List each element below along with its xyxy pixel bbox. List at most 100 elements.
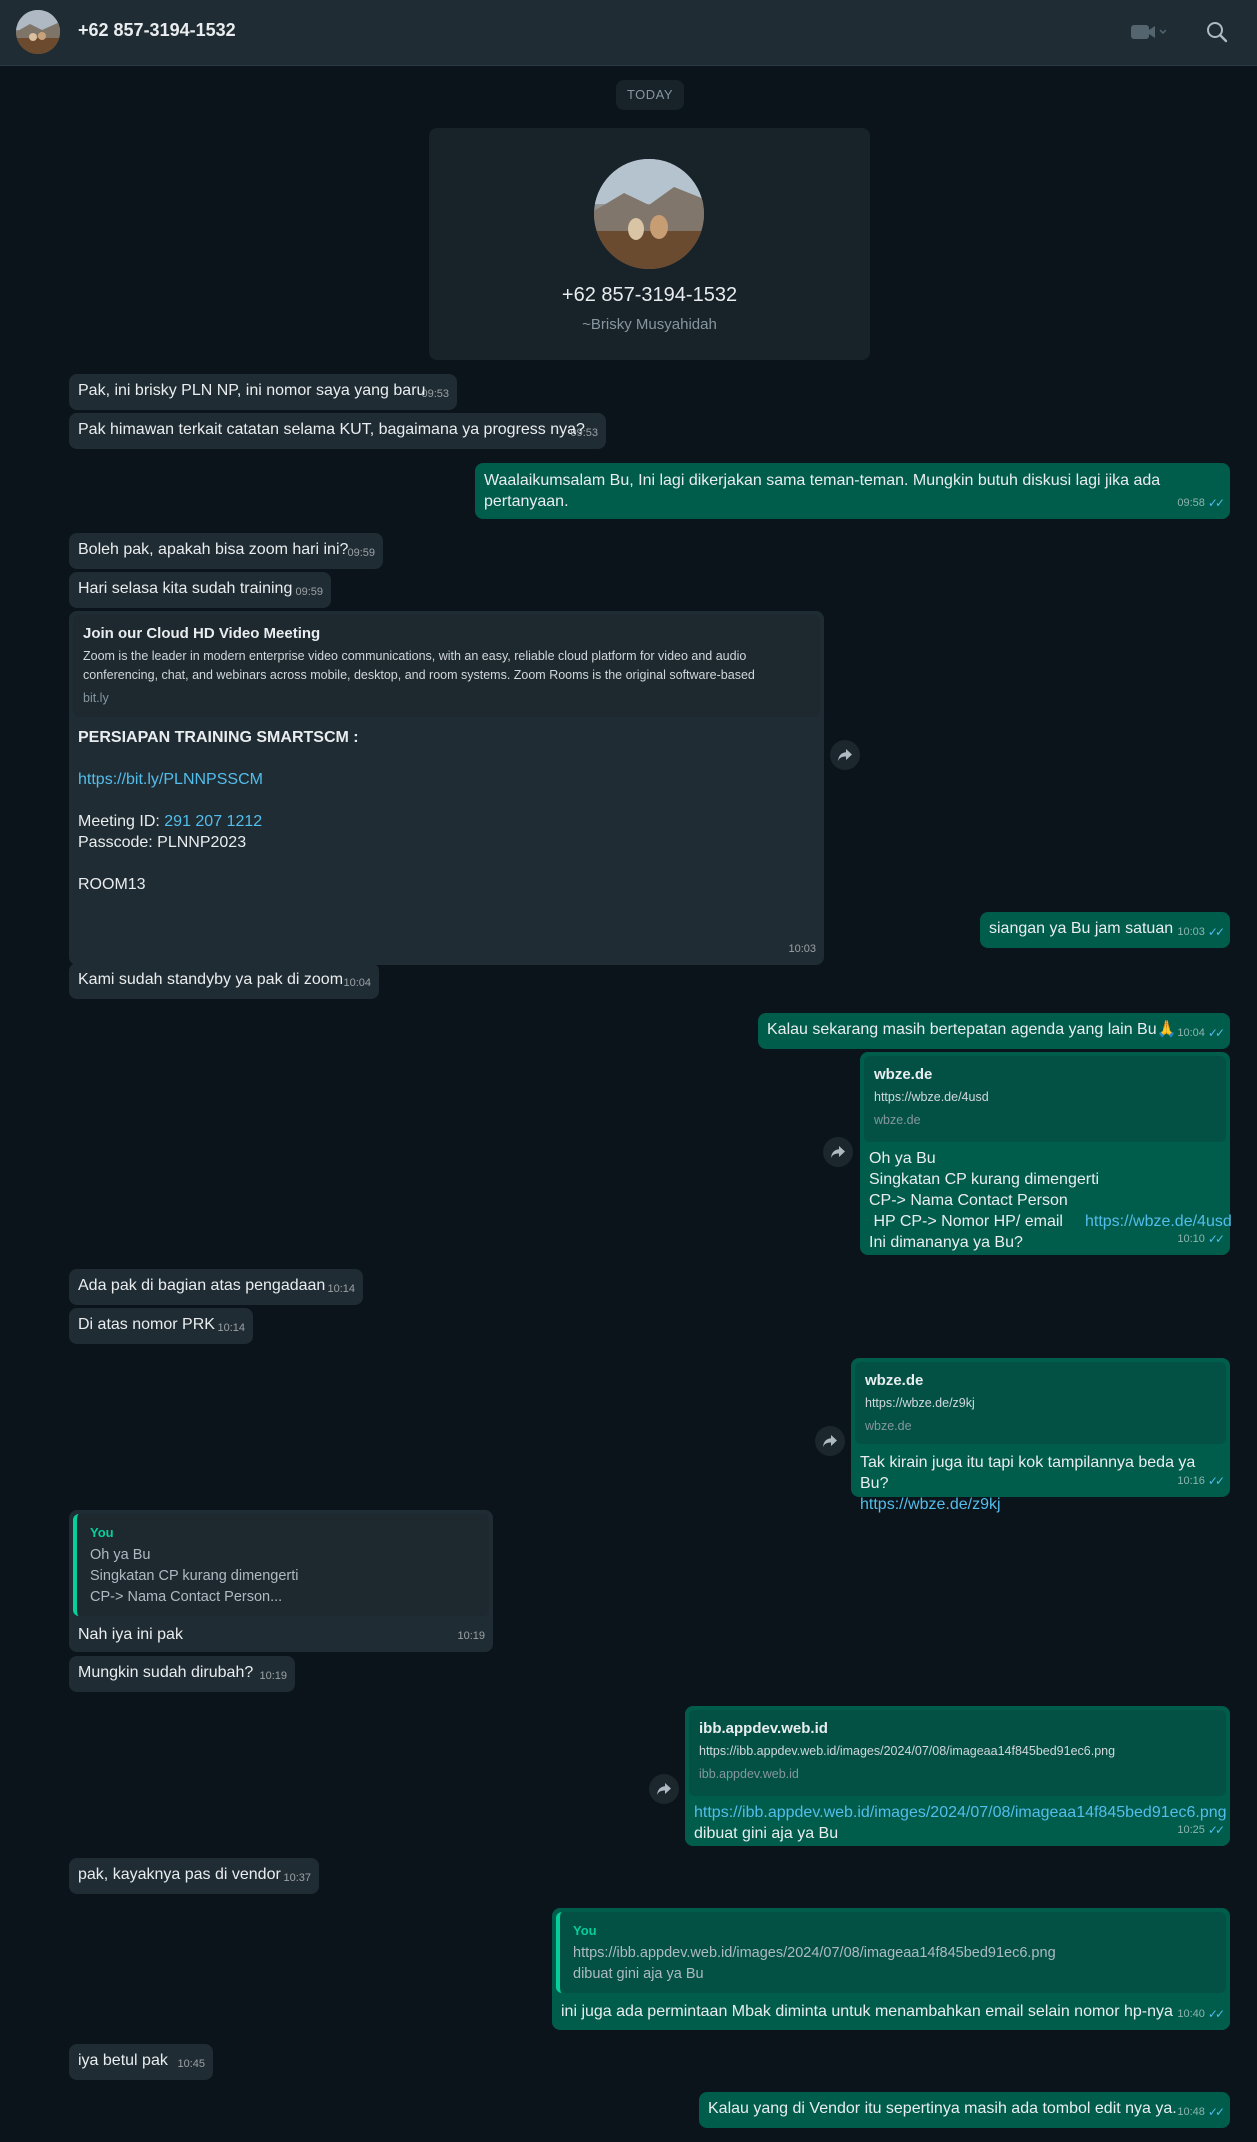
message-text: Boleh pak, apakah bisa zoom hari ini?: [78, 541, 349, 558]
message-time: 09:59: [347, 547, 375, 559]
forward-icon[interactable]: [823, 1137, 853, 1167]
message-time: 10:03 ✓✓: [1177, 922, 1225, 943]
meeting-id-link[interactable]: 291 207 1212: [164, 813, 262, 830]
contact-info-card: +62 857-3194-1532 ~Brisky Musyahidah: [429, 128, 870, 360]
quoted-sender: You: [573, 1923, 597, 1938]
message-list[interactable]: TODAY +62 857-3194-1532 ~Brisky Musyahid…: [0, 66, 1257, 2142]
message-time: 10:19: [457, 1630, 485, 1642]
read-ticks-icon: ✓✓: [1207, 496, 1225, 510]
read-ticks-icon: ✓✓: [1207, 925, 1225, 939]
quoted-message[interactable]: You Oh ya Bu Singkatan CP kurang dimenge…: [73, 1514, 489, 1616]
message-outgoing[interactable]: You https://ibb.appdev.web.id/images/202…: [552, 1908, 1230, 2030]
message-outgoing[interactable]: siangan ya Bu jam satuan 10:03 ✓✓: [980, 912, 1230, 948]
message-text: Waalaikumsalam Bu, Ini lagi dikerjakan s…: [484, 472, 1165, 510]
message-text: HP CP-> Nomor HP/ email: [869, 1213, 1063, 1230]
message-text: Kalau sekarang masih bertepatan agenda y…: [767, 1021, 1177, 1038]
room-line: ROOM13: [78, 876, 146, 893]
link-preview-domain: wbze.de: [874, 1113, 921, 1127]
message-incoming[interactable]: Ada pak di bagian atas pengadaan 10:14: [69, 1269, 363, 1305]
message-incoming[interactable]: Pak, ini brisky PLN NP, ini nomor saya y…: [69, 374, 457, 410]
message-incoming[interactable]: Hari selasa kita sudah training 09:59: [69, 572, 331, 608]
read-ticks-icon: ✓✓: [1207, 1823, 1225, 1837]
read-ticks-icon: ✓✓: [1207, 1474, 1225, 1488]
message-outgoing[interactable]: wbze.de https://wbze.de/z9kj wbze.de Tak…: [851, 1358, 1230, 1513]
meeting-id-line: Meeting ID: 291 207 1212: [78, 813, 263, 830]
message-text: CP-> Nama Contact Person: [869, 1192, 1068, 1209]
video-call-icon[interactable]: [1130, 22, 1167, 47]
message-outgoing[interactable]: Kalau yang di Vendor itu sepertinya masi…: [699, 2092, 1230, 2128]
contact-alias: ~Brisky Musyahidah: [582, 316, 717, 333]
link-preview-title: ibb.appdev.web.id: [699, 1720, 828, 1737]
chevron-down-icon: [1159, 29, 1167, 35]
message-outgoing[interactable]: ibb.appdev.web.id https://ibb.appdev.web…: [685, 1706, 1230, 1846]
message-time: 10:25 ✓✓: [1177, 1820, 1225, 1841]
quoted-text: Singkatan CP kurang dimengerti: [90, 1568, 299, 1584]
message-incoming[interactable]: Kami sudah standyby ya pak di zoom 10:04: [69, 963, 379, 999]
link-preview[interactable]: ibb.appdev.web.id https://ibb.appdev.web…: [689, 1710, 1226, 1796]
search-icon[interactable]: [1205, 20, 1229, 49]
message-time: 10:19: [259, 1670, 287, 1682]
message-text: Singkatan CP kurang dimengerti: [869, 1171, 1100, 1188]
message-time: 10:04 ✓✓: [1177, 1023, 1225, 1044]
message-text: Pak, ini brisky PLN NP, ini nomor saya y…: [78, 382, 426, 399]
chat-header: +62 857-3194-1532: [0, 0, 1257, 66]
message-text: dibuat gini aja ya Bu: [694, 1825, 839, 1842]
contact-avatar[interactable]: [16, 10, 60, 54]
quoted-text: Oh ya Bu: [90, 1547, 151, 1563]
link-preview[interactable]: wbze.de https://wbze.de/4usd wbze.de: [864, 1056, 1226, 1142]
forward-icon[interactable]: [649, 1774, 679, 1804]
read-ticks-icon: ✓✓: [1207, 2105, 1225, 2119]
message-time: 10:37: [283, 1872, 311, 1884]
quoted-message[interactable]: You https://ibb.appdev.web.id/images/202…: [556, 1912, 1226, 1993]
message-text: Tak kirain juga itu tapi kok tampilannya…: [860, 1454, 1196, 1492]
link-preview-title: wbze.de: [865, 1372, 924, 1389]
message-text: Ada pak di bagian atas pengadaan: [78, 1277, 326, 1294]
link-preview[interactable]: wbze.de https://wbze.de/z9kj wbze.de: [855, 1362, 1226, 1444]
message-link[interactable]: https://bit.ly/PLNNPSSCM: [78, 769, 815, 790]
link-preview-title: wbze.de: [874, 1066, 933, 1083]
message-time: 10:04: [343, 977, 371, 989]
message-time: 10:10 ✓✓: [1177, 1229, 1225, 1250]
passcode-line: Passcode: PLNNP2023: [78, 834, 247, 851]
message-incoming[interactable]: You Oh ya Bu Singkatan CP kurang dimenge…: [69, 1510, 493, 1652]
message-incoming[interactable]: iya betul pak 10:45: [69, 2044, 213, 2080]
message-incoming[interactable]: Boleh pak, apakah bisa zoom hari ini? 09…: [69, 533, 383, 569]
message-heading: PERSIAPAN TRAINING SMARTSCM :: [78, 729, 359, 746]
contact-profile-photo[interactable]: [594, 159, 704, 269]
message-link[interactable]: https://ibb.appdev.web.id/images/2024/07…: [694, 1802, 1227, 1823]
message-time: 09:58 ✓✓: [1177, 493, 1225, 514]
message-incoming[interactable]: Join our Cloud HD Video Meeting Zoom is …: [69, 611, 824, 965]
forward-icon[interactable]: [815, 1426, 845, 1456]
message-text: Oh ya Bu: [869, 1150, 936, 1167]
read-ticks-icon: ✓✓: [1207, 1026, 1225, 1040]
link-preview-description: https://wbze.de/4usd: [874, 1090, 989, 1104]
message-text: Kami sudah standyby ya pak di zoom: [78, 971, 344, 988]
message-incoming[interactable]: Di atas nomor PRK 10:14: [69, 1308, 253, 1344]
link-preview-domain: wbze.de: [865, 1419, 912, 1433]
link-preview-description: Zoom is the leader in modern enterprise …: [83, 649, 755, 682]
message-text: pak, kayaknya pas di vendor: [78, 1866, 281, 1883]
message-text: ini juga ada permintaan Mbak diminta unt…: [561, 2003, 1173, 2020]
message-time: 10:14: [217, 1322, 245, 1334]
link-preview-title: Join our Cloud HD Video Meeting: [83, 625, 321, 642]
message-incoming[interactable]: Pak himawan terkait catatan selama KUT, …: [69, 413, 606, 449]
quoted-text: https://ibb.appdev.web.id/images/2024/07…: [573, 1945, 1056, 1961]
message-time: 10:03: [788, 943, 816, 955]
contact-title[interactable]: +62 857-3194-1532: [78, 20, 236, 41]
link-preview-description: https://wbze.de/z9kj: [865, 1396, 975, 1410]
message-incoming[interactable]: pak, kayaknya pas di vendor 10:37: [69, 1858, 319, 1894]
message-outgoing[interactable]: wbze.de https://wbze.de/4usd wbze.de Oh …: [860, 1052, 1232, 1255]
message-link[interactable]: https://wbze.de/4usd: [1085, 1213, 1232, 1230]
message-time: 09:53: [421, 388, 449, 400]
message-incoming[interactable]: Mungkin sudah dirubah? 10:19: [69, 1656, 295, 1692]
message-text: Hari selasa kita sudah training: [78, 580, 293, 597]
message-outgoing[interactable]: Waalaikumsalam Bu, Ini lagi dikerjakan s…: [475, 463, 1230, 519]
message-text: Pak himawan terkait catatan selama KUT, …: [78, 421, 585, 438]
message-outgoing[interactable]: Kalau sekarang masih bertepatan agenda y…: [758, 1013, 1230, 1049]
message-time: 09:59: [295, 586, 323, 598]
forward-icon[interactable]: [830, 740, 860, 770]
link-preview[interactable]: Join our Cloud HD Video Meeting Zoom is …: [73, 615, 820, 717]
read-ticks-icon: ✓✓: [1207, 1232, 1225, 1246]
read-ticks-icon: ✓✓: [1207, 2007, 1225, 2021]
message-link[interactable]: https://wbze.de/z9kj: [860, 1494, 1221, 1515]
